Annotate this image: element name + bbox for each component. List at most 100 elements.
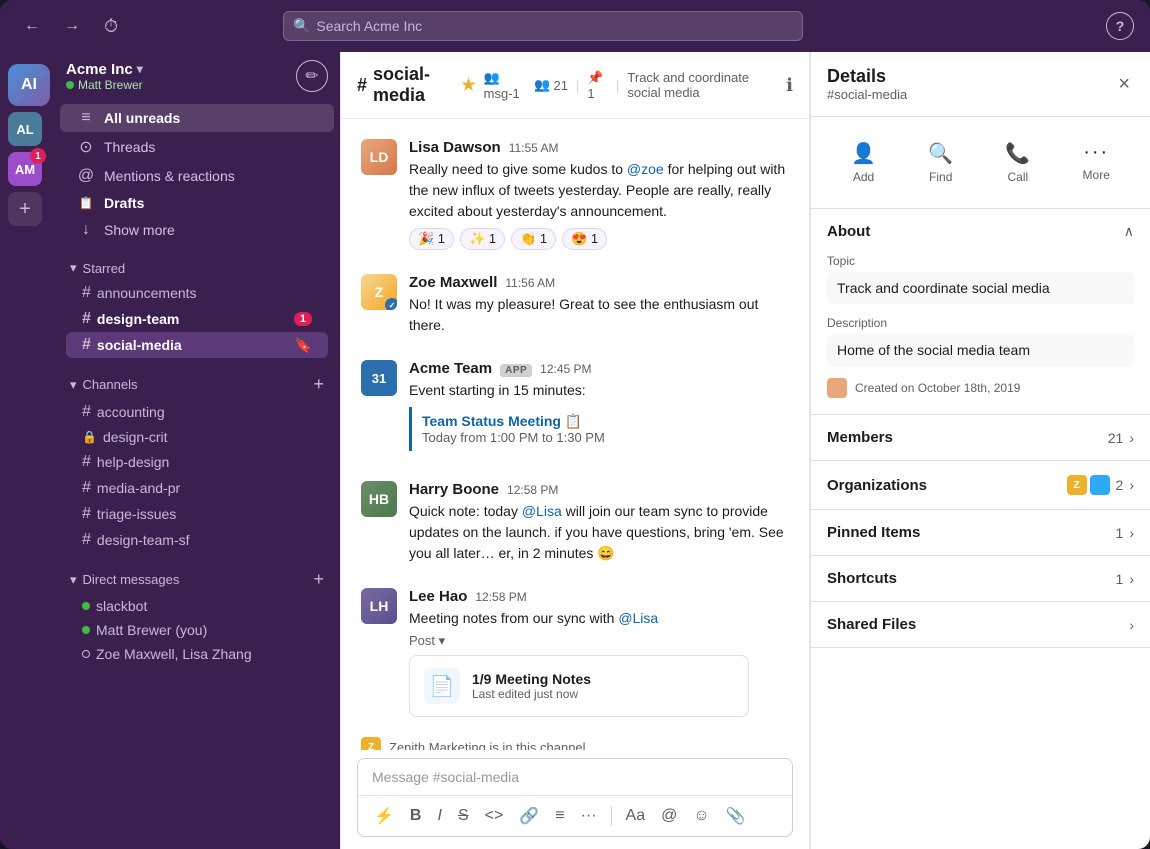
chat-area: # social-media ★ 👥 msg-1 👥 21 | 📌 1 | Tr… [340, 52, 810, 849]
toolbar-italic[interactable]: I [431, 803, 447, 829]
details-close-button[interactable]: × [1114, 69, 1134, 100]
toolbar-attach[interactable]: 📎 [720, 802, 752, 830]
msg-time-lee: 12:58 PM [475, 590, 526, 604]
mention-zoe[interactable]: @zoe [627, 161, 664, 177]
toolbar-strikethrough[interactable]: S [452, 803, 475, 829]
toolbar-lightning[interactable]: ⚡ [368, 802, 400, 830]
post-action[interactable]: Post ▾ [409, 633, 789, 649]
nav-all-unreads[interactable]: ≡ All unreads [60, 104, 334, 132]
shared-files-chevron-icon: › [1129, 617, 1134, 633]
organizations-section-header[interactable]: Organizations Z 2 › [811, 461, 1150, 509]
creator-avatar [827, 378, 847, 398]
reaction-sparkle[interactable]: ✨ 1 [460, 228, 505, 250]
reaction-heart-eyes[interactable]: 😍 1 [562, 228, 607, 250]
chat-header: # social-media ★ 👥 msg-1 👥 21 | 📌 1 | Tr… [341, 52, 809, 119]
avatar-lee: LH [361, 588, 397, 624]
add-dm-icon[interactable]: + [313, 569, 324, 590]
dm-zoe-lisa[interactable]: Zoe Maxwell, Lisa Zhang [66, 642, 328, 666]
toolbar-link[interactable]: 🔗 [513, 802, 545, 830]
toolbar-list[interactable]: ≡ [549, 803, 570, 829]
nav-mentions[interactable]: @ Mentions & reactions [60, 162, 334, 190]
channel-media-and-pr[interactable]: # media-and-pr [66, 475, 328, 501]
action-add[interactable]: 👤 Add [839, 133, 888, 192]
workspace-name[interactable]: Acme Inc ▾ [66, 61, 286, 78]
compose-button[interactable]: ✏ [296, 60, 328, 92]
zoe-verified-badge: ✓ [385, 298, 397, 310]
members-count: 21 [1108, 430, 1124, 446]
file-card[interactable]: 📄 1/9 Meeting Notes Last edited just now [409, 655, 749, 717]
starred-section-header[interactable]: ▾ Starred [60, 256, 334, 280]
pinned-section-header[interactable]: Pinned Items 1 › [811, 510, 1150, 555]
details-header: Details #social-media × [811, 52, 1150, 117]
channel-design-team-sf[interactable]: # design-team-sf [66, 527, 328, 553]
channel-announcements[interactable]: # announcements [66, 280, 328, 306]
avatar-lisa: LD [361, 139, 397, 175]
mention-lisa-lee[interactable]: @Lisa [618, 610, 658, 626]
organizations-title: Organizations [827, 477, 1067, 494]
message-input[interactable] [358, 759, 792, 795]
toolbar-emoji[interactable]: ☺ [687, 803, 715, 829]
toolbar-mention[interactable]: @ [655, 803, 683, 829]
message-zoe: Z ✓ Zoe Maxwell 11:56 AM No! It was my p… [357, 270, 793, 340]
dm-slackbot[interactable]: slackbot [66, 594, 328, 618]
channel-design-crit[interactable]: 🔒 design-crit [66, 425, 328, 449]
back-button[interactable]: ← [16, 13, 48, 39]
description-value[interactable]: Home of the social media team [827, 334, 1134, 366]
channel-accounting[interactable]: # accounting [66, 399, 328, 425]
channel-design-team[interactable]: # design-team 1 [66, 306, 328, 332]
toolbar-code[interactable]: <> [479, 803, 510, 829]
forward-button[interactable]: → [56, 13, 88, 39]
add-channel-icon[interactable]: + [313, 374, 324, 395]
search-input[interactable] [283, 11, 803, 41]
avatar-acme: 31 [361, 360, 397, 396]
toolbar-separator [611, 806, 612, 826]
shortcuts-section-header[interactable]: Shortcuts 1 › [811, 556, 1150, 601]
details-actions: 👤 Add 🔍 Find 📞 Call ··· More [811, 117, 1150, 209]
avatar-harry: HB [361, 481, 397, 517]
dm-online-dot [82, 602, 90, 610]
history-button[interactable]: ⏱ [96, 12, 126, 41]
dm-matt[interactable]: Matt Brewer (you) [66, 618, 328, 642]
topic-value[interactable]: Track and coordinate social media [827, 272, 1134, 304]
star-icon[interactable]: ★ [461, 75, 475, 95]
toolbar-bold[interactable]: B [404, 803, 428, 829]
channel-triage-issues[interactable]: # triage-issues [66, 501, 328, 527]
channels-section: ▾ Channels + # accounting 🔒 design-crit … [54, 362, 340, 557]
organizations-chevron-icon: › [1129, 477, 1134, 493]
file-icon: 📄 [424, 668, 460, 704]
toolbar-text-style[interactable]: Aa [620, 803, 652, 829]
nav-show-more[interactable]: ↓ Show more [60, 216, 334, 244]
sidebar-nav: ≡ All unreads ⊙ Threads @ Mentions & rea… [54, 100, 340, 248]
mention-lisa-harry[interactable]: @Lisa [522, 503, 562, 519]
reaction-clap[interactable]: 👏 1 [511, 228, 556, 250]
show-more-icon: ↓ [76, 221, 96, 239]
workspace-user: Matt Brewer [66, 78, 286, 92]
nav-threads[interactable]: ⊙ Threads [60, 132, 334, 162]
shared-files-section-header[interactable]: Shared Files › [811, 602, 1150, 647]
msg-name-lee: Lee Hao [409, 588, 467, 605]
description-label: Description [827, 316, 1134, 330]
nav-drafts[interactable]: 📋 Drafts [60, 190, 334, 216]
help-button[interactable]: ? [1106, 12, 1134, 40]
action-call[interactable]: 📞 Call [993, 133, 1042, 192]
workspace-avatar[interactable]: AI [8, 64, 50, 106]
about-section-header[interactable]: About ∧ [811, 209, 1150, 254]
channels-section-header[interactable]: ▾ Channels + [60, 370, 334, 399]
channel-social-media[interactable]: # social-media 🔖 [66, 332, 328, 358]
dm-section-header[interactable]: ▾ Direct messages + [60, 565, 334, 594]
pinned-section: Pinned Items 1 › [811, 510, 1150, 556]
avatar-am[interactable]: AM 1 [8, 152, 42, 186]
reaction-party[interactable]: 🎉 1 [409, 228, 454, 250]
add-workspace-button[interactable]: + [8, 192, 42, 226]
channel-help-design[interactable]: # help-design [66, 449, 328, 475]
msg-text-lee: Meeting notes from our sync with @Lisa [409, 608, 789, 629]
call-icon: 📞 [1005, 141, 1030, 166]
action-find[interactable]: 🔍 Find [916, 133, 965, 192]
action-more[interactable]: ··· More [1071, 133, 1122, 192]
info-button[interactable]: ℹ [786, 75, 793, 96]
members-section-header[interactable]: Members 21 › [811, 415, 1150, 460]
details-title: Details [827, 66, 1114, 87]
avatar-al[interactable]: AL [8, 112, 42, 146]
quote-title[interactable]: Team Status Meeting 📋 [422, 413, 779, 430]
toolbar-more-formatting[interactable]: ··· [575, 803, 603, 829]
